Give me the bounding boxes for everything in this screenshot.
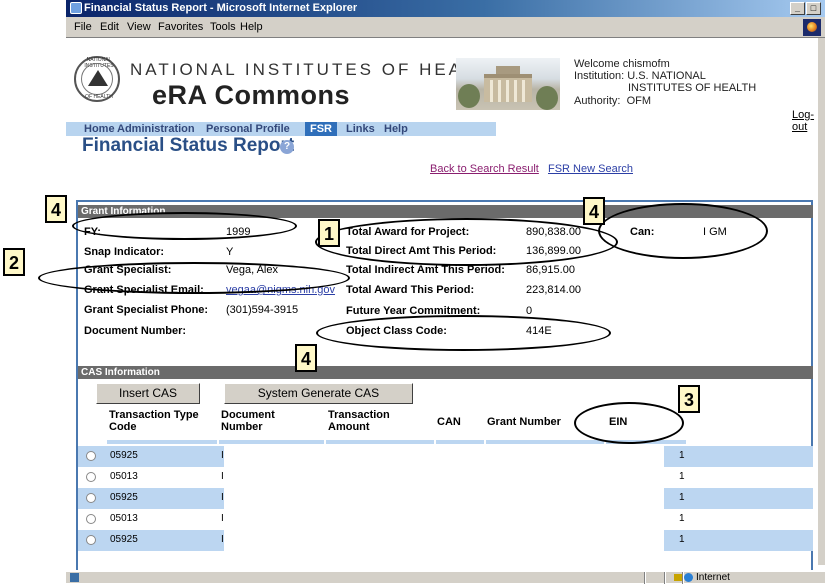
row-code: 05925 bbox=[110, 450, 138, 461]
callout-4: 4 bbox=[45, 195, 67, 223]
header-rule bbox=[486, 440, 604, 444]
nav-fsr[interactable]: FSR bbox=[305, 122, 337, 136]
document-number-label: Document Number: bbox=[84, 325, 187, 337]
insert-cas-button[interactable]: Insert CAS bbox=[96, 383, 200, 404]
total-award-period-label: Total Award This Period: bbox=[346, 284, 475, 296]
col-transaction-type: Transaction Type Code bbox=[109, 409, 199, 433]
menu-file[interactable]: File bbox=[74, 21, 92, 33]
grant-specialist-phone-value: (301)594-3915 bbox=[226, 304, 299, 316]
col-document-number: Document Number bbox=[221, 409, 275, 433]
window-title-bar[interactable]: Financial Status Report - Microsoft Inte… bbox=[66, 0, 825, 17]
annotation-oval-direct-indirect bbox=[315, 218, 618, 266]
ie-app-icon bbox=[70, 2, 82, 14]
row-ein: 1 bbox=[679, 471, 685, 482]
row-select-radio[interactable] bbox=[86, 514, 96, 524]
row-select-radio[interactable] bbox=[86, 472, 96, 482]
annotation-oval-ein bbox=[574, 402, 684, 444]
annotation-oval-object-class bbox=[316, 315, 611, 351]
nih-seal-logo: NATIONAL INSTITUTES OF HEALTH bbox=[74, 56, 120, 102]
org-name: NATIONAL INSTITUTES OF HEALTH bbox=[130, 60, 503, 79]
nav-help[interactable]: Help bbox=[384, 122, 408, 136]
menu-view[interactable]: View bbox=[127, 21, 151, 33]
row-code: 05013 bbox=[110, 471, 138, 482]
nav-administration[interactable]: Administration bbox=[117, 122, 195, 136]
header-rule bbox=[326, 440, 434, 444]
header-rule bbox=[436, 440, 484, 444]
row-code: 05013 bbox=[110, 513, 138, 524]
institution-line1: U.S. NATIONAL bbox=[627, 70, 706, 82]
menu-edit[interactable]: Edit bbox=[100, 21, 119, 33]
row-ein: 1 bbox=[679, 492, 685, 503]
lock-icon bbox=[674, 574, 682, 581]
row-code: 05925 bbox=[110, 492, 138, 503]
window-title: Financial Status Report - Microsoft Inte… bbox=[84, 2, 358, 14]
redaction-block bbox=[224, 445, 664, 583]
back-to-search-link[interactable]: Back to Search Result bbox=[430, 163, 539, 175]
callout-4: 4 bbox=[295, 344, 317, 372]
annotation-oval-fy bbox=[72, 212, 297, 240]
logout-link[interactable]: Log-out bbox=[792, 109, 825, 133]
institution-line2: INSTITUTES OF HEALTH bbox=[628, 82, 757, 94]
menu-favorites[interactable]: Favorites bbox=[158, 21, 203, 33]
row-code: 05925 bbox=[110, 534, 138, 545]
col-grant-number: Grant Number bbox=[487, 416, 561, 428]
header-rule bbox=[219, 440, 324, 444]
snap-indicator-label: Snap Indicator: bbox=[84, 246, 165, 258]
row-ein: 1 bbox=[679, 534, 685, 545]
help-icon[interactable]: ? bbox=[280, 140, 294, 154]
col-can: CAN bbox=[437, 416, 461, 428]
authority-value: OFM bbox=[626, 95, 652, 107]
snap-indicator-value: Y bbox=[226, 246, 234, 258]
welcome-text: Welcome chismofm bbox=[574, 58, 670, 70]
authority-label: Authority: bbox=[574, 95, 621, 107]
menu-help[interactable]: Help bbox=[240, 21, 263, 33]
callout-2: 2 bbox=[3, 248, 25, 276]
cas-info-header: CAS Information bbox=[78, 366, 813, 379]
callout-3: 3 bbox=[678, 385, 700, 413]
callout-4: 4 bbox=[583, 197, 605, 225]
building-photo bbox=[456, 58, 560, 110]
institution-label: Institution: bbox=[574, 70, 625, 82]
nav-personal-profile[interactable]: Personal Profile bbox=[206, 122, 290, 136]
header-rule bbox=[107, 440, 217, 444]
welcome-panel: Welcome chismofm Institution: U.S. NATIO… bbox=[574, 58, 756, 107]
row-ein: 1 bbox=[679, 513, 685, 524]
menu-bar: File Edit View Favorites Tools Help bbox=[66, 17, 825, 38]
security-zone-label: Internet bbox=[696, 572, 730, 583]
nav-home[interactable]: Home bbox=[84, 122, 115, 136]
menu-tools[interactable]: Tools bbox=[210, 21, 236, 33]
annotation-oval-can bbox=[598, 203, 768, 259]
app-name: eRA Commons bbox=[152, 80, 351, 110]
nav-links[interactable]: Links bbox=[346, 122, 375, 136]
fsr-new-search-link[interactable]: FSR New Search bbox=[548, 163, 633, 175]
col-transaction-amount: Transaction Amount bbox=[328, 409, 390, 433]
ie-throbber-icon bbox=[803, 19, 821, 36]
total-award-period-value: 223,814.00 bbox=[526, 284, 582, 296]
annotation-oval-email bbox=[38, 262, 350, 294]
internet-zone-icon bbox=[684, 573, 693, 582]
future-year-value: 0 bbox=[526, 305, 533, 317]
maximize-button[interactable]: □ bbox=[806, 2, 821, 15]
minimize-button[interactable]: _ bbox=[790, 2, 805, 15]
row-ein: 1 bbox=[679, 450, 685, 461]
row-select-radio[interactable] bbox=[86, 451, 96, 461]
system-generate-cas-button[interactable]: System Generate CAS bbox=[224, 383, 413, 404]
page-status-icon bbox=[70, 573, 79, 582]
grant-specialist-phone-label: Grant Specialist Phone: bbox=[84, 304, 209, 316]
row-select-radio[interactable] bbox=[86, 493, 96, 503]
callout-1: 1 bbox=[318, 219, 340, 247]
total-indirect-value: 86,915.00 bbox=[526, 264, 575, 276]
page-title: Financial Status Report bbox=[82, 135, 295, 156]
row-select-radio[interactable] bbox=[86, 535, 96, 545]
